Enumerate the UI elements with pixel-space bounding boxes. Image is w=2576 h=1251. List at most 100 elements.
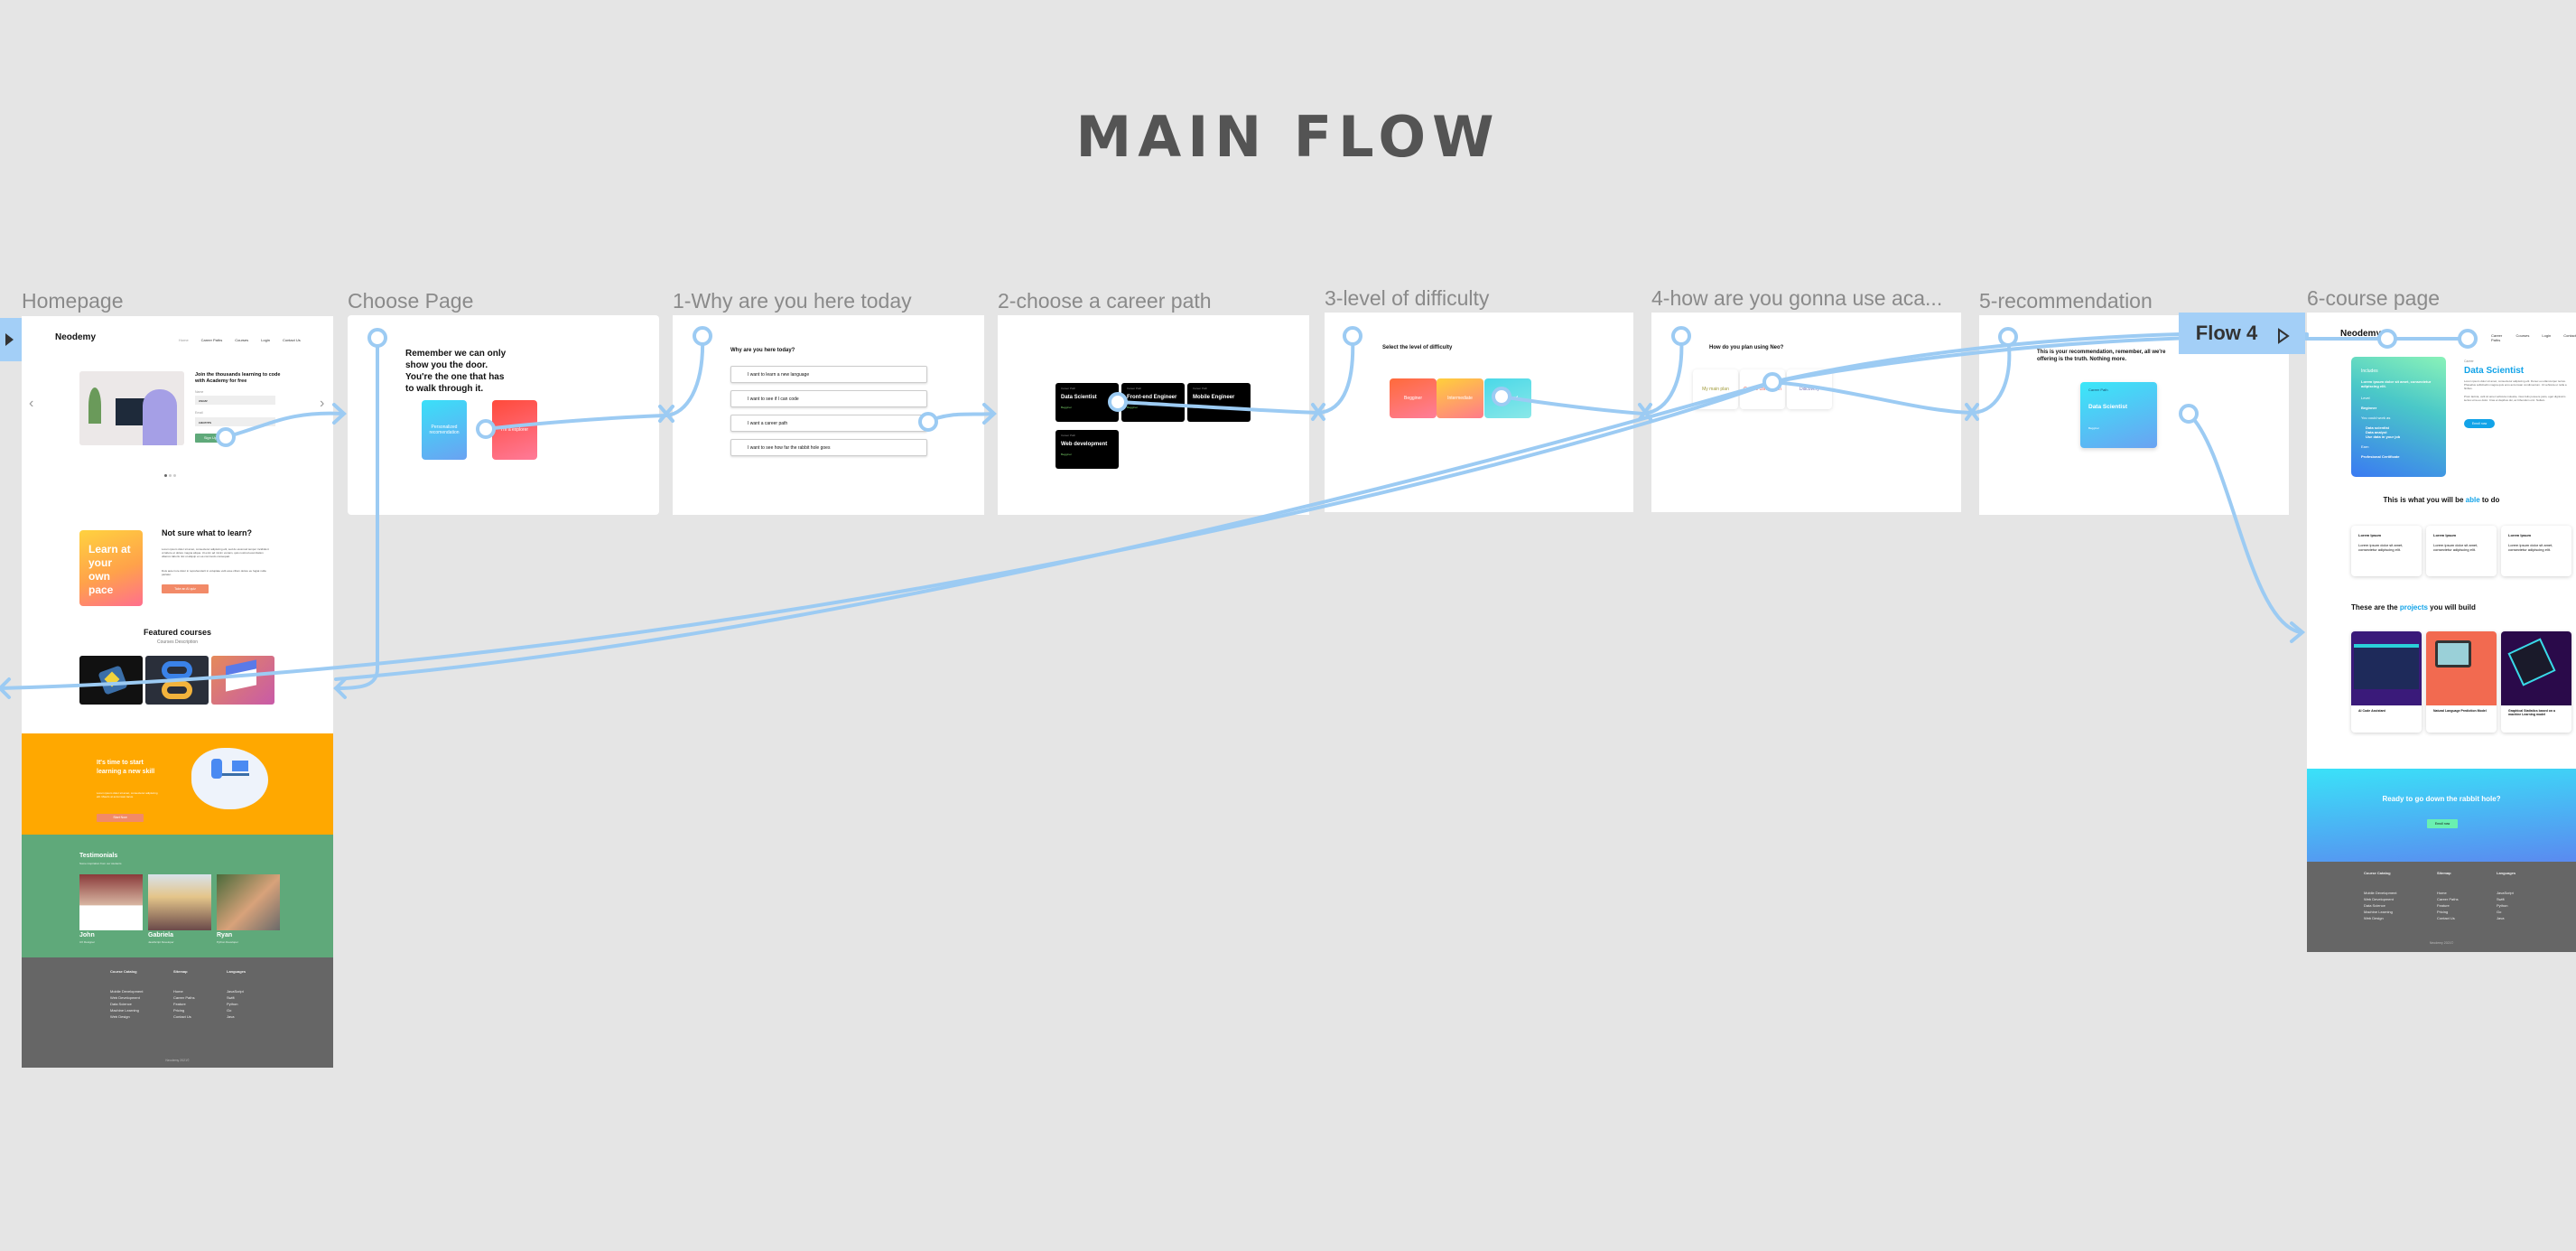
carousel-prev-icon[interactable]: ‹ [29,396,33,412]
explorer-option[interactable]: I'm a explorer [492,400,537,460]
why-option[interactable]: I want a career path [730,415,927,432]
footer-link[interactable]: Python [2497,902,2516,909]
footer-link[interactable]: Web Design [110,1013,143,1020]
career-card-data-scientist[interactable]: Career Path Data Scientist Begginer [1056,383,1119,422]
nav-career-paths[interactable]: Career Paths [201,338,223,342]
frame-label-homepage[interactable]: Homepage [22,289,124,313]
course-logo[interactable]: Neodemy [2340,329,2381,339]
nav-home[interactable]: Home [179,338,189,342]
footer-link[interactable]: Mobile Development [110,988,143,994]
nav-contact[interactable]: Contact Us [283,338,301,342]
project-card[interactable]: Natural Language Prediction Model [2426,631,2497,733]
project-card[interactable]: Graphical Statistics based on a machine … [2501,631,2571,733]
footer-link[interactable]: Feature [173,1001,195,1007]
includes-title: Includes [2361,369,2378,374]
footer-link[interactable]: Feature [2437,902,2459,909]
choose-quote: Remember we can only show you the door. … [405,349,507,394]
card-level: Begginer [2088,426,2100,430]
footer-link[interactable]: Home [2437,890,2459,896]
card-title: Data Scientist [2088,404,2127,410]
card-title: Mobile Engineer [1193,395,1235,400]
footer-link[interactable]: Career Paths [2437,896,2459,902]
frame-label-recommendation[interactable]: 5-recommendation [1979,289,2153,313]
frame-label-difficulty[interactable]: 3-level of difficulty [1325,286,1489,311]
includes-text: Lorem ipsum dolor sit amet, consectetur … [2361,379,2432,388]
difficulty-intermediate[interactable]: Intermediate [1437,378,1483,418]
usage-discovery[interactable]: Discovery [1787,369,1832,409]
play-icon[interactable] [2277,326,2290,344]
footer-link[interactable]: Java [227,1013,246,1020]
logo[interactable]: Neodemy [55,332,96,342]
frame-label-usage[interactable]: 4-how are you gonna use aca... [1651,286,1942,311]
card-level: Begginer [1127,406,1139,409]
nav-courses[interactable]: Courses [235,338,248,342]
carousel-dots[interactable] [164,474,176,477]
course-card-2[interactable] [145,656,209,705]
cta-text: Lorem ipsum dolor sit amet, consectetur … [97,791,158,798]
ai-quiz-button[interactable]: Take an AI quiz [162,584,209,593]
nav-contact[interactable]: Contact [2563,333,2576,342]
name-input[interactable]: oscar [195,396,275,405]
flow-start-tag[interactable] [0,318,22,361]
footer-link[interactable]: Data Science [2364,902,2396,909]
footer-link[interactable]: Career Paths [173,994,195,1001]
start-now-button[interactable]: Start Now [97,814,144,822]
footer-link[interactable]: Python [227,1001,246,1007]
enroll-now-button[interactable]: Enroll now [2464,419,2495,428]
career-card-web[interactable]: Career Path Web development Begginer [1056,430,1119,469]
footer-link[interactable]: Web Development [110,994,143,1001]
difficulty-beginner[interactable]: Begginer [1390,378,1437,418]
footer-link[interactable]: Web Design [2364,915,2396,921]
course-cta-enroll-button[interactable]: Enroll now [2427,819,2458,828]
nav-courses[interactable]: Courses [2516,333,2530,342]
feature-card: Lorem Ipsum Lorem ipsum dolor sit amet, c… [2351,526,2422,576]
recommendation-card[interactable]: Career Path Data Scientist Begginer [2080,382,2157,448]
footer-link[interactable]: Pricing [2437,909,2459,915]
footer-link[interactable]: Mobile Development [2364,890,2396,896]
footer-heading: Course Catalog [110,969,137,974]
footer-link[interactable]: JavaScript [2497,890,2516,896]
footer-link[interactable]: Web Development [2364,896,2396,902]
project-card[interactable]: AI Code Assistant [2351,631,2422,733]
frame-label-choose-page[interactable]: Choose Page [348,289,473,313]
footer-link[interactable]: Swift [227,994,246,1001]
difficulty-advanced[interactable]: Advanced [1484,378,1531,418]
course-card-1[interactable] [79,656,143,705]
usage-course-completion[interactable]: Course completion [1740,369,1785,409]
footer-link[interactable]: Machine Learning [2364,909,2396,915]
email-label: Email [195,411,203,415]
footer-link[interactable]: Contact Us [173,1013,195,1020]
frame-label-career-path[interactable]: 2-choose a career path [998,289,1212,313]
course-card-3[interactable] [211,656,274,705]
footer-link[interactable]: Swift [2497,896,2516,902]
flow-4-tag[interactable]: Flow 4 [2179,313,2305,354]
nav-login[interactable]: Login [261,338,270,342]
personalized-option[interactable]: Personalized recomendation [422,400,467,460]
card-level: Begginer [1061,406,1073,409]
frame-label-why[interactable]: 1-Why are you here today [673,289,912,313]
footer-link[interactable]: JavaScript [227,988,246,994]
promo-card[interactable]: Learn at your own pace [79,530,143,606]
footer-link[interactable]: Machine Learning [110,1007,143,1013]
footer-link[interactable]: Data Science [110,1001,143,1007]
usage-main-plan[interactable]: My main plan [1693,369,1738,409]
why-option[interactable]: I want to see how far the rabbit hole go… [730,439,927,456]
why-option[interactable]: I want to learn a new language [730,366,927,383]
nav-login[interactable]: Login [2542,333,2551,342]
email-input[interactable]: caceres [195,417,275,426]
career-card-frontend[interactable]: Career Path Front-end Engineer Begginer [1121,383,1185,422]
footer-link[interactable]: Go [2497,909,2516,915]
promo-paragraph-1: Lorem ipsum dolor sit amet, consectetur … [162,547,269,558]
carousel-next-icon[interactable]: › [320,396,324,412]
footer-link[interactable]: Go [227,1007,246,1013]
footer-link[interactable]: Home [173,988,195,994]
recommendation-text: This is your recommendation, remember, a… [2037,350,2166,362]
career-card-mobile[interactable]: Career Path Mobile Engineer Intermediate [1187,383,1251,422]
why-option[interactable]: I want to see if I can code [730,390,927,407]
footer-link[interactable]: Java [2497,915,2516,921]
nav-career-paths[interactable]: Career Paths [2491,333,2504,342]
frame-label-course-page[interactable]: 6-course page [2307,286,2440,311]
footer-link[interactable]: Pricing [173,1007,195,1013]
footer-link[interactable]: Contact Us [2437,915,2459,921]
signup-button[interactable]: Sign Up [195,434,226,443]
